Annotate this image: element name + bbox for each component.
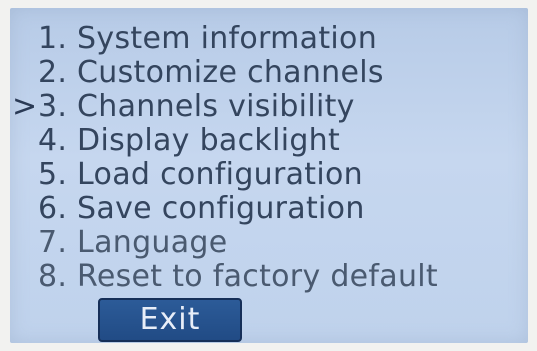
menu-item-language[interactable]: 7. Language — [10, 226, 528, 260]
menu-item-customize-channels[interactable]: 2. Customize channels — [10, 56, 528, 90]
menu-item-label: 8. Reset to factory default — [38, 259, 438, 294]
menu-item-display-backlight[interactable]: 4. Display backlight — [10, 124, 528, 158]
menu-item-label: 6. Save configuration — [38, 191, 365, 226]
menu-item-label: 2. Customize channels — [38, 55, 384, 90]
menu-item-label: 4. Display backlight — [38, 123, 341, 158]
lcd-screen: 1. System information 2. Customize chann… — [10, 8, 528, 343]
selection-cursor-icon: > — [12, 89, 38, 124]
device-frame: 1. System information 2. Customize chann… — [0, 0, 537, 351]
menu-item-reset-factory-default[interactable]: 8. Reset to factory default — [10, 260, 528, 294]
menu-item-system-information[interactable]: 1. System information — [10, 22, 528, 56]
menu-item-save-configuration[interactable]: 6. Save configuration — [10, 192, 528, 226]
settings-menu: 1. System information 2. Customize chann… — [10, 22, 528, 294]
menu-item-label: 5. Load configuration — [38, 157, 363, 192]
menu-item-load-configuration[interactable]: 5. Load configuration — [10, 158, 528, 192]
menu-item-label: 1. System information — [38, 21, 378, 56]
menu-item-channels-visibility[interactable]: > 3. Channels visibility — [10, 90, 528, 124]
menu-item-label: 7. Language — [38, 225, 228, 260]
exit-button[interactable]: Exit — [98, 298, 242, 342]
menu-item-label: 3. Channels visibility — [38, 89, 355, 124]
